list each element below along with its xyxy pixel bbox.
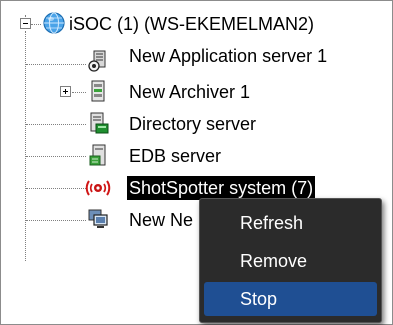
tree-root-collapse-toggle[interactable]	[20, 18, 31, 29]
archiver-expand-toggle[interactable]	[60, 86, 71, 97]
tree-connector-1	[26, 64, 86, 65]
tree-item-shotspotter[interactable]: ShotSpotter system (7)	[127, 176, 316, 200]
tree-connector-5	[26, 188, 86, 189]
directory-server-icon	[90, 112, 109, 134]
tree-root-connector	[25, 31, 26, 261]
tree-connector-4	[26, 156, 86, 157]
archiver-icon	[91, 80, 105, 102]
tree-connector-3	[26, 124, 86, 125]
tree-item-directory-server[interactable]: Directory server	[127, 112, 258, 136]
menu-item-remove[interactable]: Remove	[204, 244, 377, 278]
globe-icon	[43, 12, 65, 34]
edb-server-icon	[89, 144, 106, 166]
menu-item-stop[interactable]: Stop	[204, 282, 377, 316]
context-menu: Refresh Remove Stop	[199, 198, 382, 323]
menu-item-refresh[interactable]: Refresh	[204, 206, 377, 240]
network-computer-icon	[88, 209, 108, 228]
tree-panel: iSOC (1) (WS-EKEMELMAN2) New Application…	[0, 0, 393, 325]
shotspotter-icon	[85, 180, 111, 196]
tree-connector-root	[31, 24, 41, 25]
tree-root-label[interactable]: iSOC (1) (WS-EKEMELMAN2)	[67, 12, 316, 36]
tree-connector-6	[26, 220, 86, 221]
tree-item-edb-server[interactable]: EDB server	[127, 144, 223, 168]
application-server-icon	[88, 50, 106, 72]
tree-connector-2	[72, 92, 86, 93]
tree-item-new-network[interactable]: New Ne	[127, 208, 195, 232]
tree-item-application-server[interactable]: New Application server 1	[127, 44, 329, 68]
tree-item-archiver[interactable]: New Archiver 1	[127, 80, 252, 104]
